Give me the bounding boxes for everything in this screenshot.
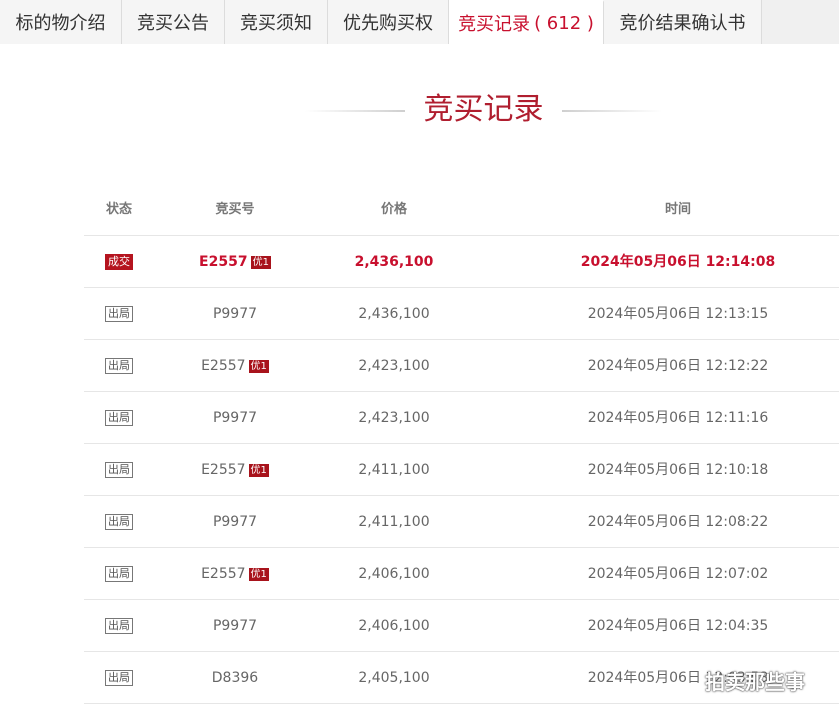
- bid-no: P9977: [212, 306, 258, 322]
- table-row: 出局 P9977 2,423,100 2024年05月06日 12:11:16: [84, 392, 839, 444]
- status-badge: 成交: [105, 254, 133, 270]
- price-cell: 2,411,100: [358, 462, 430, 478]
- status-cell: 出局: [84, 444, 154, 496]
- status-cell: 出局: [84, 600, 154, 652]
- bid-no: P9977: [212, 618, 258, 634]
- status-badge: 出局: [105, 670, 133, 686]
- section-heading: 竞买记录: [0, 88, 839, 132]
- priority-badge: 优1: [248, 463, 269, 477]
- heading-line-right: [562, 110, 662, 112]
- status-cell: 成交: [84, 236, 154, 288]
- bid-no-cell: P9977: [185, 288, 285, 340]
- watermark: 拍卖那些事: [705, 670, 805, 694]
- bid-no-cell: D8396: [185, 652, 285, 704]
- price-cell: 2,436,100: [354, 254, 434, 270]
- table-row: 出局 P9977 2,406,100 2024年05月06日 12:04:35: [84, 600, 839, 652]
- status-badge: 出局: [105, 462, 133, 478]
- tab-item-intro[interactable]: 标的物介绍: [0, 0, 122, 44]
- tab-result-confirmation[interactable]: 竞价结果确认书: [604, 0, 762, 44]
- header-time: 时间: [664, 202, 691, 217]
- status-cell: 出局: [84, 496, 154, 548]
- status-cell: 出局: [84, 288, 154, 340]
- time-cell: 2024年05月06日 12:10:18: [587, 462, 769, 478]
- status-cell: 出局: [84, 392, 154, 444]
- table-header: 状态 竞买号 价格 时间: [84, 184, 839, 236]
- status-badge: 出局: [105, 306, 133, 322]
- table-row: 出局 P9977 2,411,100 2024年05月06日 12:08:22: [84, 496, 839, 548]
- tab-label: 竞买须知: [240, 13, 312, 34]
- price-cell: 2,423,100: [358, 358, 430, 374]
- bid-no-cell: P9977: [185, 496, 285, 548]
- status-cell: 出局: [84, 340, 154, 392]
- status-badge: 出局: [105, 618, 133, 634]
- time-cell: 2024年05月06日 12:07:02: [587, 566, 769, 582]
- bid-no: P9977: [212, 410, 258, 426]
- status-cell: 出局: [84, 652, 154, 704]
- bid-count: ( 612 ): [534, 12, 594, 34]
- priority-badge: 优1: [248, 359, 269, 373]
- price-cell: 2,436,100: [358, 306, 430, 322]
- table-row: 出局 E2557 优1 2,423,100 2024年05月06日 12:12:22: [84, 340, 839, 392]
- bid-records-table: 状态 竞买号 价格 时间 成交 E2557 优1 2,436,100 2024年05月0…: [84, 184, 839, 704]
- status-badge: 出局: [105, 566, 133, 582]
- header-status: 状态: [105, 202, 132, 217]
- tab-bidding-rules[interactable]: 竞买须知: [225, 0, 328, 44]
- tab-label: 优先购买权: [343, 13, 433, 34]
- table-row: 出局 P9977 2,436,100 2024年05月06日 12:13:15: [84, 288, 839, 340]
- tab-label: 竞买记录: [458, 14, 531, 35]
- time-cell: 2024年05月06日 12:14:08: [580, 254, 776, 270]
- status-cell: 出局: [84, 548, 154, 600]
- time-cell: 2024年05月06日 12:08:22: [587, 514, 769, 530]
- tab-label: 标的物介绍: [15, 13, 106, 34]
- bid-no: P9977: [212, 514, 258, 530]
- price-cell: 2,405,100: [358, 670, 430, 686]
- time-cell: 2024年05月06日 12:12:22: [587, 358, 769, 374]
- bid-no: E2557: [201, 566, 246, 582]
- heading-line-left: [305, 110, 405, 112]
- bid-no: E2557: [199, 254, 248, 270]
- time-cell: 2024年05月06日 12:11:16: [587, 410, 769, 426]
- tab-bar: 标的物介绍 竞买公告 竞买须知 优先购买权 竞买记录( 612 ) 竞价结果确认…: [0, 0, 839, 44]
- tab-bid-records[interactable]: 竞买记录( 612 ): [449, 0, 604, 44]
- bid-no-cell: P9977: [185, 392, 285, 444]
- bid-no-cell: P9977: [185, 600, 285, 652]
- price-cell: 2,411,100: [358, 514, 430, 530]
- bid-no-cell: E2557 优1: [185, 548, 285, 600]
- priority-badge: 优1: [248, 567, 269, 581]
- header-bid-no: 竞买号: [215, 202, 255, 217]
- bid-no-cell: E2557 优1: [185, 340, 285, 392]
- status-badge: 出局: [105, 410, 133, 426]
- tab-priority-right[interactable]: 优先购买权: [328, 0, 449, 44]
- tab-label: 竞买公告: [137, 13, 209, 34]
- time-cell: 2024年05月06日 12:13:15: [587, 306, 769, 322]
- bid-no-cell: E2557 优1: [185, 444, 285, 496]
- bid-no: E2557: [201, 358, 246, 374]
- price-cell: 2,406,100: [358, 618, 430, 634]
- bid-no-cell: E2557 优1: [185, 236, 285, 288]
- time-cell: 2024年05月06日 12:04:35: [587, 618, 769, 634]
- tab-label: 竞价结果确认书: [619, 13, 746, 34]
- status-badge: 出局: [105, 358, 133, 374]
- table-row: 出局 E2557 优1 2,411,100 2024年05月06日 12:10:18: [84, 444, 839, 496]
- price-cell: 2,406,100: [358, 566, 430, 582]
- price-cell: 2,423,100: [358, 410, 430, 426]
- table-row: 出局 E2557 优1 2,406,100 2024年05月06日 12:07:02: [84, 548, 839, 600]
- tab-auction-notice[interactable]: 竞买公告: [122, 0, 225, 44]
- table-row: 成交 E2557 优1 2,436,100 2024年05月06日 12:14:08: [84, 236, 839, 288]
- status-badge: 出局: [105, 514, 133, 530]
- bid-no: E2557: [201, 462, 246, 478]
- bid-no: D8396: [211, 670, 259, 686]
- priority-badge: 优1: [250, 255, 271, 269]
- section-title: 竞买记录: [423, 92, 544, 127]
- header-price: 价格: [380, 202, 407, 217]
- table-body: 成交 E2557 优1 2,436,100 2024年05月06日 12:14:08 出局…: [84, 236, 839, 704]
